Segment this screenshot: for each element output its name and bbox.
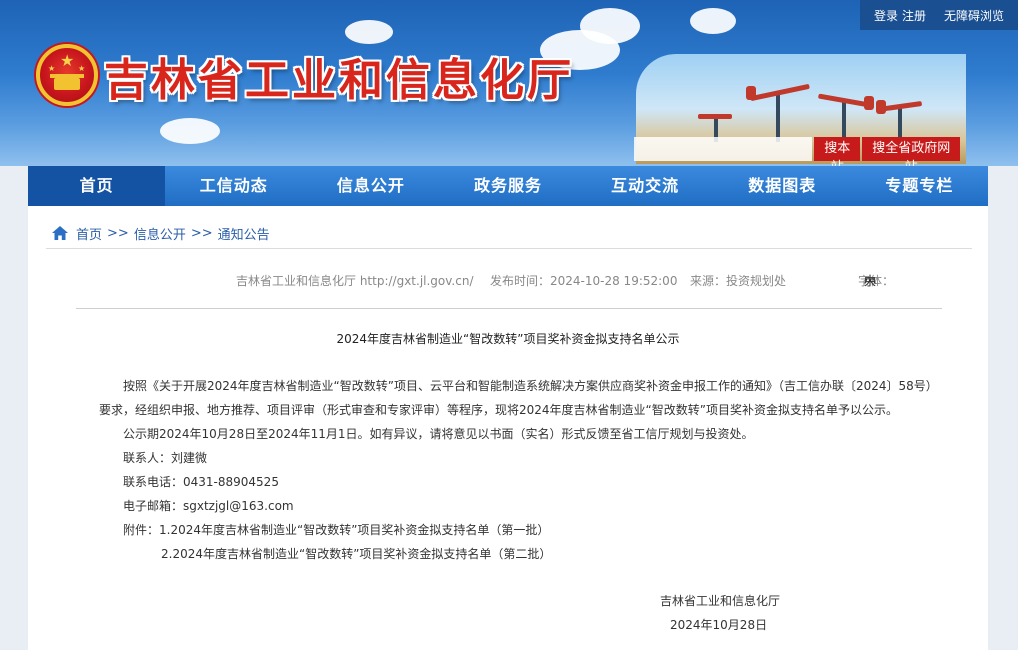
top-links: 登录 注册 无障碍浏览 [860, 0, 1018, 30]
article-panel: 首页 >> 信息公开 >> 通知公告 吉林省工业和信息化厅 http://gxt… [28, 206, 988, 650]
breadcrumb-separator: >> [107, 225, 129, 241]
publish-time: 发布时间：2024-10-28 19:52:00 [490, 274, 678, 288]
search-site-button[interactable]: 搜本站 [814, 137, 861, 166]
attachment-link[interactable]: 附件：1.2024年度吉林省制造业“智改数转”项目奖补资金拟支持名单（第一批） [99, 518, 944, 542]
nav-item-news[interactable]: 工信动态 [165, 166, 302, 206]
breadcrumb: 首页 >> 信息公开 >> 通知公告 [52, 224, 270, 243]
divider [46, 248, 972, 249]
article-source: 来源：投资规划处 [690, 274, 787, 288]
breadcrumb-home[interactable]: 首页 [76, 224, 102, 243]
home-icon [52, 226, 68, 240]
breadcrumb-notices[interactable]: 通知公告 [218, 224, 270, 243]
cloud-decoration [580, 8, 640, 44]
national-emblem-icon: ★ ★ ★ [36, 44, 98, 106]
search-input[interactable] [634, 137, 812, 161]
cloud-decoration [160, 118, 220, 144]
nav-item-interaction[interactable]: 互动交流 [577, 166, 714, 206]
search-all-gov-button[interactable]: 搜全省政府网站 [862, 137, 960, 166]
register-link[interactable]: 注册 [902, 7, 926, 24]
signature-org: 吉林省工业和信息化厅 [660, 594, 781, 608]
attachment-link[interactable]: 2.2024年度吉林省制造业“智改数转”项目奖补资金拟支持名单（第二批） [99, 542, 944, 566]
cloud-decoration [345, 20, 393, 44]
site-title: 吉林省工业和信息化厅 [104, 55, 574, 106]
breadcrumb-info-disclosure[interactable]: 信息公开 [134, 224, 186, 243]
accessibility-link[interactable]: 无障碍浏览 [944, 7, 1004, 24]
contact-phone: 联系电话：0431-88904525 [123, 475, 279, 489]
nav-item-data-charts[interactable]: 数据图表 [714, 166, 851, 206]
contact-email: 电子邮箱：sgxtzjgl@163.com [123, 499, 294, 513]
divider [76, 308, 942, 309]
login-link[interactable]: 登录 [874, 7, 898, 24]
article-body: 按照《关于开展2024年度吉林省制造业“智改数转”项目、云平台和智能制造系统解决… [99, 374, 944, 566]
breadcrumb-separator: >> [190, 225, 213, 241]
site-header: ★ ★ ★ 吉林省工业和信息化厅 登录 注册 无障碍浏览 搜本 搜全省政府网 [0, 0, 1018, 166]
article-title: 2024年度吉林省制造业“智改数转”项目奖补资金拟支持名单公示 [336, 332, 680, 346]
signature-date: 2024年10月28日 [670, 618, 768, 632]
nav-item-info-disclosure[interactable]: 信息公开 [302, 166, 439, 206]
nav-item-gov-services[interactable]: 政务服务 [439, 166, 576, 206]
source-site: 吉林省工业和信息化厅 http://gxt.jl.gov.cn/ [236, 274, 474, 288]
search-bar: 搜本站 搜全省政府网站 [634, 137, 960, 166]
nav-item-home[interactable]: 首页 [28, 166, 166, 206]
article-meta: 吉林省工业和信息化厅 http://gxt.jl.gov.cn/ 发布时间：20… [28, 272, 988, 288]
nav-item-special-topics[interactable]: 专题专栏 [851, 166, 988, 206]
contact-person: 联系人：刘建微 [123, 451, 208, 465]
main-nav: 首页 工信动态 信息公开 政务服务 互动交流 数据图表 专题专栏 [28, 166, 988, 206]
body-paragraph: 公示期2024年10月28日至2024年11月1日。如有异议，请将意见以书面（实… [123, 427, 754, 441]
cloud-decoration [690, 8, 736, 34]
font-size-small[interactable]: 小 [864, 272, 876, 289]
body-paragraph: 按照《关于开展2024年度吉林省制造业“智改数转”项目、云平台和智能制造系统解决… [99, 379, 938, 417]
